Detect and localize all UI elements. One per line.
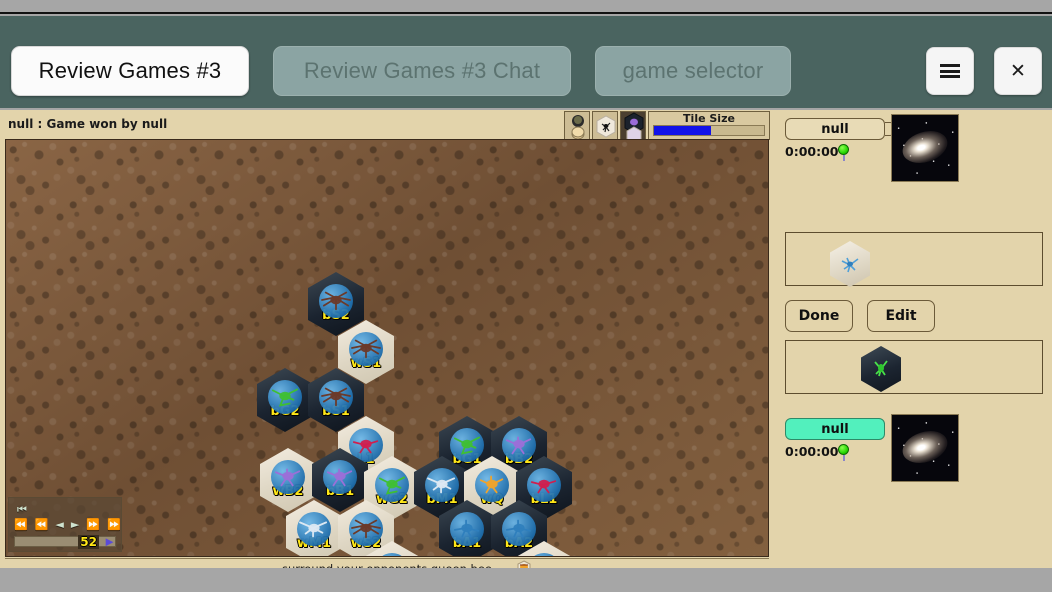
tile-size-slider[interactable]: Tile Size [648, 110, 770, 140]
tile-size-bar-fill [653, 125, 712, 135]
play-icon[interactable]: ► [103, 535, 116, 548]
side-panel: null 0:00:00 Done Edit null 0:00:00 [771, 110, 1052, 568]
ant-icon [505, 519, 532, 538]
menu-button[interactable] [926, 47, 974, 95]
grasshopper-icon [369, 554, 415, 557]
grasshopper-icon [378, 476, 406, 495]
ant-icon [453, 519, 480, 538]
bottom-player-name[interactable]: null [785, 418, 885, 440]
top-player-name-label: null [821, 121, 849, 137]
app-root: Review Games #3 Review Games #3 Chat gam… [0, 0, 1052, 592]
game-status-text: null : Game won by null [8, 117, 168, 131]
top-player-avatar[interactable] [891, 114, 959, 182]
edit-button[interactable]: Edit [867, 300, 935, 332]
forward-step-icon[interactable]: ⏩ [86, 519, 100, 530]
playback-row-main: ⏪ ⏪ ◄ ► ⏩ ⏩ [14, 517, 121, 532]
bottom-player-timer: 0:00:00 [785, 444, 839, 459]
grasshopper-icon [271, 388, 299, 407]
board-toolbar: Tile Size [564, 110, 770, 140]
beetle-icon [274, 468, 301, 487]
done-button[interactable]: Done [785, 300, 853, 332]
mosquito-icon [299, 521, 328, 538]
rack-tile-white-ant[interactable] [830, 241, 870, 287]
beetle-icon [505, 436, 532, 455]
hamburger-icon [940, 64, 960, 78]
white-tile-rack[interactable] [785, 232, 1043, 287]
grasshopper-icon [453, 436, 481, 455]
close-icon: ✕ [1010, 60, 1026, 82]
window-bottom-strip [0, 568, 1052, 592]
bottom-player-turn-indicator [838, 444, 849, 461]
step-back-icon[interactable]: ◄ [55, 519, 63, 530]
tile-size-label: Tile Size [683, 111, 735, 125]
forward-fast-icon[interactable]: ⏩ [107, 519, 121, 530]
tile-size-bar-track[interactable] [652, 124, 766, 136]
ladybug-icon [530, 479, 557, 494]
rewind-step-icon[interactable]: ⏪ [35, 519, 49, 530]
spider-icon [321, 387, 351, 407]
coin-stack-icon[interactable] [564, 110, 590, 140]
queen-icon [479, 475, 504, 494]
beetle-icon [326, 468, 353, 487]
tab-game-selector[interactable]: game selector [595, 46, 791, 96]
black-tile-rack[interactable] [785, 340, 1043, 394]
tab-label: Review Games #3 Chat [303, 58, 541, 83]
black-bug-tile-icon[interactable] [620, 110, 646, 140]
close-button[interactable]: ✕ [994, 47, 1042, 95]
rack-tile-black-grasshopper[interactable] [861, 346, 901, 392]
spider-icon [351, 519, 381, 539]
move-number: 52 [78, 535, 99, 549]
mosquito-icon [427, 477, 456, 494]
step-forward-icon[interactable]: ► [71, 519, 79, 530]
mosquito-icon [521, 554, 567, 557]
move-slider[interactable]: 52 ► [14, 535, 116, 549]
edit-button-label: Edit [885, 308, 917, 324]
window-top-strip [0, 0, 1052, 14]
white-bug-tile-icon[interactable] [592, 110, 618, 140]
tab-review-games[interactable]: Review Games #3 [11, 46, 249, 96]
top-player-name[interactable]: null [785, 118, 885, 140]
top-player-turn-indicator [838, 144, 849, 161]
bottom-player-avatar[interactable] [891, 414, 959, 482]
done-button-label: Done [798, 308, 840, 324]
playback-row-top: ⏮ [14, 502, 116, 517]
tab-label: game selector [622, 58, 764, 83]
tab-bar: Review Games #3 Review Games #3 Chat gam… [0, 16, 1052, 108]
game-board[interactable]: bS2wS1bG2bS1L1bG1bB2wB2bB1wG2bM1wQbL1wM1… [5, 139, 769, 557]
rewind-fast-icon[interactable]: ⏪ [14, 519, 28, 530]
tab-review-games-chat[interactable]: Review Games #3 Chat [273, 46, 571, 96]
top-player-timer: 0:00:00 [785, 144, 839, 159]
jump-to-start-icon[interactable]: ⏮ [17, 504, 27, 515]
tab-label: Review Games #3 [38, 58, 222, 83]
spider-icon [351, 339, 381, 359]
spider-icon [321, 291, 351, 311]
bottom-player-name-label: null [821, 421, 849, 437]
playback-controls[interactable]: ⏮ ⏪ ⏪ ◄ ► ⏩ ⏩ 52 ► [8, 497, 122, 552]
